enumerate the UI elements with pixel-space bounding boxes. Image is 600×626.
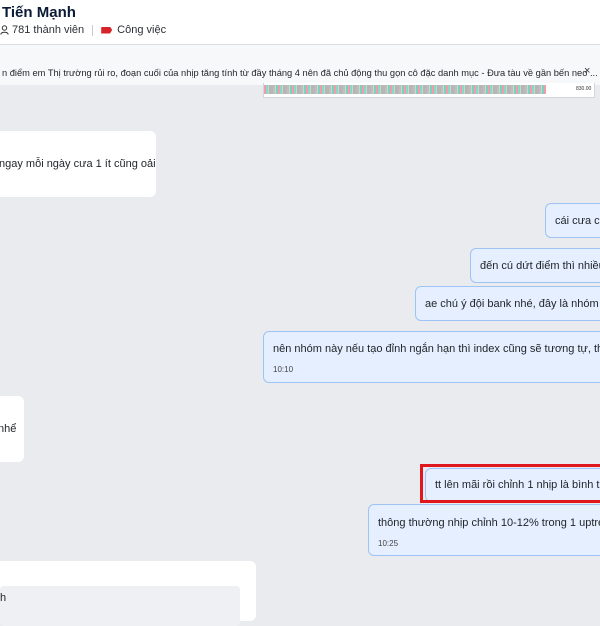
chart-bars — [264, 85, 546, 94]
message-bubble-incoming[interactable]: nhể — [0, 396, 24, 462]
message-bubble-outgoing[interactable]: cái cưa chỉ — [545, 203, 600, 238]
message-bubble-incoming[interactable]: ngay mỗi ngày cưa 1 ít cũng oải — [0, 131, 156, 197]
message-text: cái cưa chỉ — [555, 215, 600, 227]
message-bubble-outgoing[interactable]: thông thường nhịp chỉnh 10-12% trong 1 u… — [368, 504, 600, 556]
chart-value-label: 830.00 — [576, 86, 592, 92]
message-time: 10:10 — [273, 365, 294, 374]
message-text: ngay mỗi ngày cưa 1 ít cũng oải — [0, 158, 156, 170]
message-text: đến cú dứt điểm thì nhiều — [480, 260, 600, 272]
message-time: 10:25 — [378, 539, 399, 548]
close-icon[interactable]: × — [584, 65, 590, 77]
message-text: h — [0, 592, 7, 604]
members-icon — [0, 25, 9, 35]
category-tag[interactable]: Công việc — [117, 24, 166, 36]
message-text: nên nhóm này nếu tạo đỉnh ngắn hạn thì i… — [273, 343, 600, 355]
highlight-box — [420, 464, 600, 503]
message-bubble-incoming[interactable]: h — [0, 561, 256, 626]
message-bubble-outgoing[interactable]: nên nhóm này nếu tạo đỉnh ngắn hạn thì i… — [263, 331, 600, 383]
chat-header: Tiến Mạnh 781 thành viên Công việc — [0, 0, 600, 45]
group-meta: 781 thành viên Công việc — [0, 24, 166, 36]
pinned-message-bar[interactable]: n điểm em Thị trường rủi ro, đoạn cuối c… — [0, 45, 600, 85]
message-bubble-outgoing[interactable]: ae chú ý đội bank nhé, đây là nhóm le — [415, 286, 600, 321]
message-text: thông thường nhịp chỉnh 10-12% trong 1 u… — [378, 517, 600, 529]
message-bubble-outgoing[interactable]: đến cú dứt điểm thì nhiều — [470, 248, 600, 283]
tag-icon — [101, 26, 113, 34]
message-text: ae chú ý đội bank nhé, đây là nhóm le — [425, 298, 600, 310]
pinned-message-text[interactable]: n điểm em Thị trường rủi ro, đoạn cuối c… — [2, 68, 598, 78]
message-text: nhể — [0, 423, 17, 435]
group-title[interactable]: Tiến Mạnh — [2, 4, 76, 21]
chart-image-thumbnail[interactable]: 830.00 — [263, 83, 595, 98]
members-count[interactable]: 781 thành viên — [12, 24, 84, 36]
quoted-reply[interactable] — [0, 586, 240, 626]
divider — [92, 24, 94, 36]
